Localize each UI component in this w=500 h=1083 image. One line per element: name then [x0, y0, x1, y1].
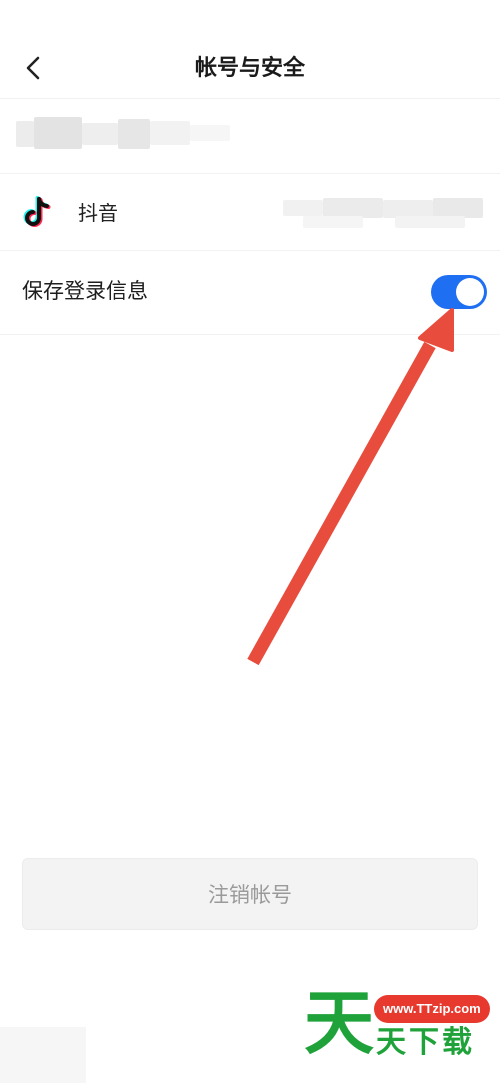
toggle-knob	[456, 278, 484, 306]
deactivate-account-button[interactable]: 注销帐号	[22, 858, 478, 930]
redacted-account-value	[265, 196, 495, 232]
watermark-url: www.TTzip.com	[374, 995, 490, 1023]
account-row	[0, 99, 500, 174]
site-watermark: 天 www.TTzip.com 天下载	[300, 985, 500, 1083]
linked-account-label: 抖音	[78, 201, 118, 225]
bottom-left-patch	[0, 1027, 86, 1083]
save-login-toggle[interactable]	[431, 275, 487, 309]
redacted-account-name	[16, 117, 236, 151]
linked-account-douyin[interactable]: 抖音	[0, 174, 500, 251]
watermark-logo-char: 天	[304, 982, 374, 1064]
save-login-row: 保存登录信息	[0, 250, 500, 335]
save-login-label: 保存登录信息	[22, 279, 148, 303]
watermark-text: 天下载	[376, 1025, 475, 1060]
douyin-icon	[23, 196, 51, 227]
page-title: 帐号与安全	[194, 56, 305, 81]
top-bar: 帐号与安全	[0, 0, 500, 99]
